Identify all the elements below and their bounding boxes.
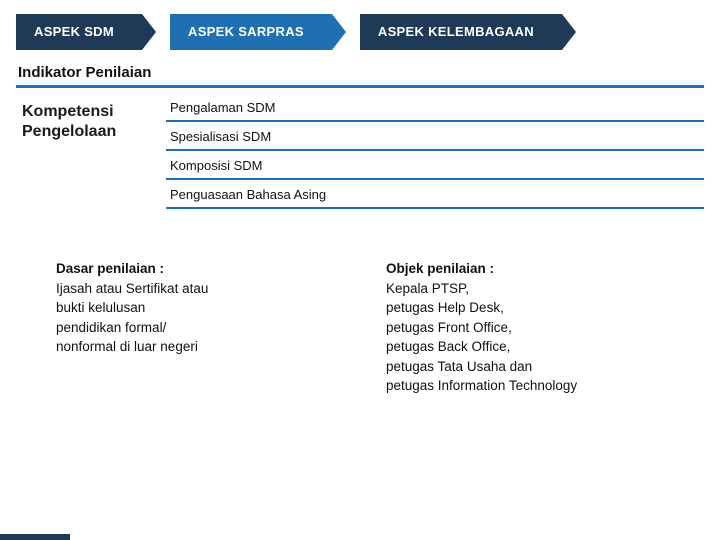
kompetensi-heading: Kompetensi Pengelolaan xyxy=(16,96,156,142)
objek-line: petugas Tata Usaha dan xyxy=(386,359,532,374)
dasar-line: nonformal di luar negeri xyxy=(56,339,198,354)
footer-accent xyxy=(0,534,70,540)
tab-aspek-sarpras[interactable]: ASPEK SARPRAS xyxy=(170,14,332,50)
tab-bar: ASPEK SDM ASPEK SARPRAS ASPEK KELEMBAGAA… xyxy=(0,0,720,50)
dasar-penilaian: Dasar penilaian : Ijasah atau Sertifikat… xyxy=(56,259,316,396)
dasar-line: pendidikan formal/ xyxy=(56,320,166,335)
list-item: Penguasaan Bahasa Asing xyxy=(166,180,704,209)
objek-line: petugas Back Office, xyxy=(386,339,510,354)
objek-line: petugas Help Desk, xyxy=(386,300,504,315)
list-item: Komposisi SDM xyxy=(166,151,704,180)
lower-columns: Dasar penilaian : Ijasah atau Sertifikat… xyxy=(0,209,720,396)
kompetensi-line2: Pengelolaan xyxy=(22,123,116,140)
objek-line: petugas Information Technology xyxy=(386,378,577,393)
tab-label: ASPEK KELEMBAGAAN xyxy=(378,24,534,39)
dasar-line: bukti kelulusan xyxy=(56,300,145,315)
chevron-right-icon xyxy=(562,14,576,50)
chevron-right-icon xyxy=(332,14,346,50)
chevron-right-icon xyxy=(142,14,156,50)
objek-line: Kepala PTSP, xyxy=(386,281,469,296)
content-row: Kompetensi Pengelolaan Pengalaman SDM Sp… xyxy=(0,88,720,209)
tab-aspek-sdm[interactable]: ASPEK SDM xyxy=(16,14,142,50)
list-item: Pengalaman SDM xyxy=(166,96,704,122)
section-title: Indikator Penilaian xyxy=(0,50,720,83)
tab-aspek-kelembagaan[interactable]: ASPEK KELEMBAGAAN xyxy=(360,14,562,50)
tab-label: ASPEK SARPRAS xyxy=(188,24,304,39)
criteria-list: Pengalaman SDM Spesialisasi SDM Komposis… xyxy=(156,96,704,209)
objek-line: petugas Front Office, xyxy=(386,320,512,335)
tab-label: ASPEK SDM xyxy=(34,24,114,39)
objek-heading: Objek penilaian : xyxy=(386,261,494,276)
objek-penilaian: Objek penilaian : Kepala PTSP, petugas H… xyxy=(386,259,686,396)
kompetensi-line1: Kompetensi xyxy=(22,103,114,120)
dasar-heading: Dasar penilaian : xyxy=(56,261,164,276)
list-item: Spesialisasi SDM xyxy=(166,122,704,151)
dasar-line: Ijasah atau Sertifikat atau xyxy=(56,281,208,296)
